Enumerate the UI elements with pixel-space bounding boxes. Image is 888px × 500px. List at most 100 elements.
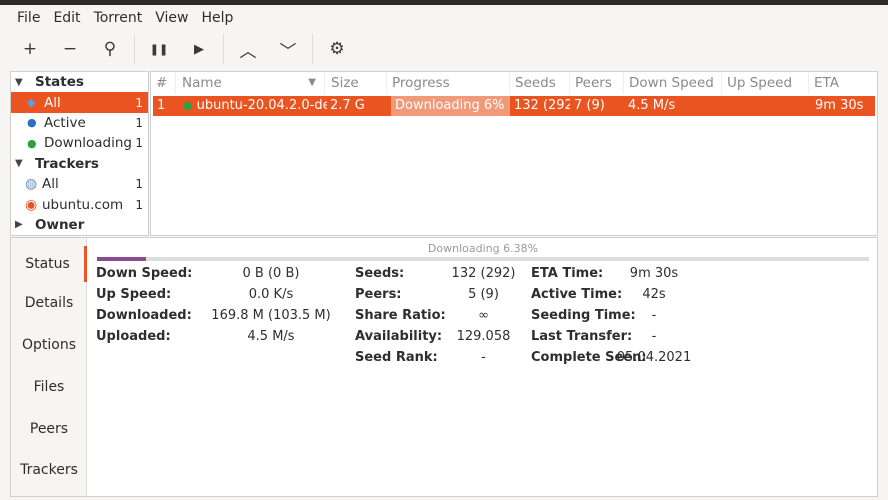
status-label: Share Ratio: xyxy=(355,308,446,323)
column-eta[interactable]: ETA xyxy=(809,72,877,94)
owner-label: Owner xyxy=(35,216,85,233)
filter-state-downloading[interactable]: ● Downloading 1 xyxy=(11,133,148,153)
add-torrent-button[interactable]: + xyxy=(10,31,50,67)
filter-label: All xyxy=(44,94,61,111)
chevron-down-icon: ﹀ xyxy=(279,41,297,62)
status-value: 05.04.2021 xyxy=(616,350,692,365)
column-number[interactable]: # xyxy=(151,72,176,94)
progress-fill xyxy=(97,257,147,261)
column-peers[interactable]: Peers xyxy=(570,72,624,94)
filter-tracker-all[interactable]: ◍ All 1 xyxy=(11,174,148,194)
torrent-row[interactable]: 1 ● ubuntu-20.04.2.0-de 2.7 G Downloading… xyxy=(153,96,875,116)
filter-label: Active xyxy=(44,114,86,131)
filter-label: ubuntu.com xyxy=(42,196,124,213)
torrent-table: # Name ▼ Size Progress Seeds Peers Down S… xyxy=(150,71,878,236)
queue-up-button[interactable]: ︿ xyxy=(228,31,268,67)
status-label: Seeds: xyxy=(355,266,405,281)
status-value: 129.058 xyxy=(456,329,511,344)
play-icon: ▶ xyxy=(194,41,204,57)
status-value: - xyxy=(651,329,657,344)
pause-button[interactable]: ❚❚ xyxy=(139,31,179,67)
filter-state-all[interactable]: ◆ All 1 xyxy=(11,92,148,113)
filter-label: All xyxy=(42,176,59,193)
search-icon: ⚲ xyxy=(103,39,117,59)
ubuntu-icon: ◉ xyxy=(25,196,38,213)
column-progress[interactable]: Progress xyxy=(387,72,510,94)
queue-down-button[interactable]: ﹀ xyxy=(268,31,308,67)
owner-header[interactable]: ▶ Owner xyxy=(11,215,148,235)
status-label: Downloaded: xyxy=(96,308,192,323)
column-name[interactable]: Name ▼ xyxy=(177,72,325,94)
tab-status[interactable]: Status xyxy=(11,246,87,282)
details-tabs: Status Details Options Files Peers Track… xyxy=(11,238,87,496)
remove-torrent-button[interactable]: − xyxy=(50,31,90,67)
cell-progress: Downloading 6% xyxy=(391,96,510,116)
cell-number: 1 xyxy=(157,98,166,113)
menu-file[interactable]: File xyxy=(17,10,40,26)
toolbar-separator xyxy=(134,34,135,64)
filter-count: 1 xyxy=(135,95,143,110)
toolbar-separator xyxy=(223,34,224,64)
column-size[interactable]: Size xyxy=(326,72,387,94)
status-value: - xyxy=(481,350,486,365)
tab-trackers[interactable]: Trackers xyxy=(11,462,87,478)
tab-files[interactable]: Files xyxy=(11,379,87,395)
pause-icon: ❚❚ xyxy=(149,42,169,56)
filter-label: Downloading xyxy=(44,135,132,152)
resume-button[interactable]: ▶ xyxy=(179,31,219,67)
cell-seeds: 132 (292 xyxy=(514,98,570,113)
states-header[interactable]: ▼ States xyxy=(11,72,148,92)
search-button[interactable]: ⚲ xyxy=(90,31,130,67)
cell-size: 2.7 G xyxy=(330,98,365,113)
menu-view[interactable]: View xyxy=(155,10,188,26)
status-label: Uploaded: xyxy=(96,329,171,344)
plus-icon: + xyxy=(22,39,38,59)
trackers-header[interactable]: ▼ Trackers xyxy=(11,154,148,174)
status-value: 42s xyxy=(642,287,666,302)
status-label: ETA Time: xyxy=(531,266,604,281)
tab-options[interactable]: Options xyxy=(11,337,87,353)
trackers-label: Trackers xyxy=(35,155,99,172)
expand-right-icon: ▶ xyxy=(15,219,23,231)
column-label: Name xyxy=(182,75,222,91)
menu-bar: File Edit Torrent View Help xyxy=(0,5,888,30)
filter-count: 1 xyxy=(135,197,143,212)
minus-icon: − xyxy=(62,39,78,59)
cell-down-speed: 4.5 M/s xyxy=(628,98,676,113)
progress-text: Downloading 6.38% xyxy=(427,242,539,255)
status-label: Down Speed: xyxy=(96,266,193,281)
filter-count: 1 xyxy=(135,136,143,151)
progress-bar xyxy=(97,257,869,261)
menu-help[interactable]: Help xyxy=(201,10,233,26)
all-states-icon: ◆ xyxy=(27,96,36,110)
status-label: Peers: xyxy=(355,287,402,302)
filter-count: 1 xyxy=(135,177,143,192)
cell-eta: 9m 30s xyxy=(815,98,864,113)
tab-peers[interactable]: Peers xyxy=(11,421,87,437)
toolbar-separator xyxy=(312,34,313,64)
status-value: 0.0 K/s xyxy=(248,287,294,302)
column-seeds[interactable]: Seeds xyxy=(510,72,570,94)
column-up-speed[interactable]: Up Speed xyxy=(722,72,809,94)
active-icon: ● xyxy=(27,116,37,130)
menu-edit[interactable]: Edit xyxy=(53,10,80,26)
downloading-icon: ● xyxy=(27,136,37,150)
status-value: ∞ xyxy=(478,308,489,323)
filter-sidebar: ▼ States ◆ All 1 ● Active 1 ● Downloading 1 ▼ Tr… xyxy=(10,71,149,236)
torrent-name: ubuntu-20.04.2.0-de xyxy=(196,98,327,113)
preferences-button[interactable]: ⚙ xyxy=(317,31,357,67)
filter-count: 1 xyxy=(135,115,143,130)
status-value: 5 (9) xyxy=(468,287,499,302)
status-value: 0 B (0 B) xyxy=(242,266,300,281)
toolbar: + − ⚲ ❚❚ ▶ ︿ ﹀ ⚙ xyxy=(10,30,878,68)
details-panel: Status Details Options Files Peers Track… xyxy=(10,237,878,497)
filter-state-active[interactable]: ● Active 1 xyxy=(11,113,148,133)
column-down-speed[interactable]: Down Speed xyxy=(624,72,722,94)
filter-tracker-ubuntu[interactable]: ◉ ubuntu.com 1 xyxy=(11,194,148,214)
menu-torrent[interactable]: Torrent xyxy=(94,10,143,26)
expand-down-icon: ▼ xyxy=(15,76,23,88)
gear-icon: ⚙ xyxy=(329,39,345,59)
chevron-up-icon: ︿ xyxy=(239,41,257,62)
tab-details[interactable]: Details xyxy=(11,295,87,311)
expand-down-icon: ▼ xyxy=(15,158,23,170)
